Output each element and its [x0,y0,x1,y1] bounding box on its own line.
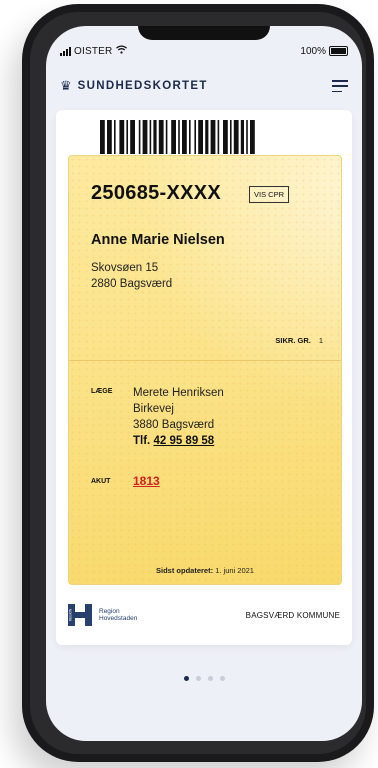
updated-date: 1. juni 2021 [215,566,254,575]
doctor-name: Merete Henriksen [133,387,224,399]
dot-pattern [69,156,341,584]
emergency-number-link[interactable]: 1813 [133,474,160,488]
doctor-info: Merete Henriksen Birkevej 3880 Bagsværd … [133,385,224,449]
app-screen: OISTER 100% ♛ SUNDHEDSKORTET 250685-XXXX… [46,26,362,741]
page-dot[interactable] [195,676,201,681]
phone-label: Tlf. [133,435,151,447]
region-hovedstaden-logo: REGION Region Hovedstaden [68,604,137,626]
region-logo-mark: REGION [68,604,92,626]
doctor-phone[interactable]: Tlf. 42 95 89 58 [133,433,224,449]
status-bar: OISTER 100% [60,44,348,58]
page-dot[interactable] [183,676,189,681]
doctor-label: LÆGE [91,388,113,395]
doctor-city: 3880 Bagsværd [133,419,215,431]
doctor-street: Birkevej [133,403,174,415]
health-card[interactable]: 250685-XXXX VIS CPR Anne Marie Nielsen S… [56,110,352,645]
address-line: 2880 Bagsværd [91,278,173,290]
page-dot[interactable] [207,676,213,681]
address-line: Skovsøen 15 [91,262,159,274]
vis-cpr-button[interactable]: VIS CPR [249,186,290,203]
carrier-name: OISTER [74,45,113,57]
emergency-label: AKUT [91,478,111,485]
hamburger-menu-icon[interactable] [332,80,348,92]
municipality-name: BAGSVÆRD KOMMUNE [245,610,340,620]
cpr-number: 250685-XXXX [91,182,222,204]
region-name: Region Hovedstaden [99,608,137,622]
app-header: ♛ SUNDHEDSKORTET [60,76,348,96]
page-dot[interactable] [219,676,225,681]
card-footer: REGION Region Hovedstaden BAGSVÆRD KOMMU… [68,590,340,640]
signal-icon [60,46,71,56]
insurance-group: SIKR. GR. 1 [275,336,323,345]
insurance-group-label: SIKR. GR. [275,336,311,345]
battery-percent: 100% [300,45,326,57]
battery-icon [329,46,348,56]
crown-icon: ♛ [60,78,72,93]
barcode [100,120,255,154]
holder-name: Anne Marie Nielsen [91,232,225,248]
insurance-group-value: 1 [318,336,323,345]
region-line: Region [99,608,120,615]
yellow-card: 250685-XXXX VIS CPR Anne Marie Nielsen S… [68,155,342,585]
region-line: Hovedstaden [99,615,138,622]
wifi-icon [116,45,128,57]
svg-text:REGION: REGION [69,608,73,621]
last-updated: Sidst opdateret: 1. juni 2021 [69,566,341,575]
page-indicator[interactable] [46,676,362,681]
holder-address: Skovsøen 15 2880 Bagsværd [91,260,172,292]
notch [138,26,270,40]
app-title: SUNDHEDSKORTET [77,80,208,92]
card-divider [69,360,341,361]
phone-number-link[interactable]: 42 95 89 58 [153,435,214,447]
updated-label: Sidst opdateret: [156,566,214,575]
